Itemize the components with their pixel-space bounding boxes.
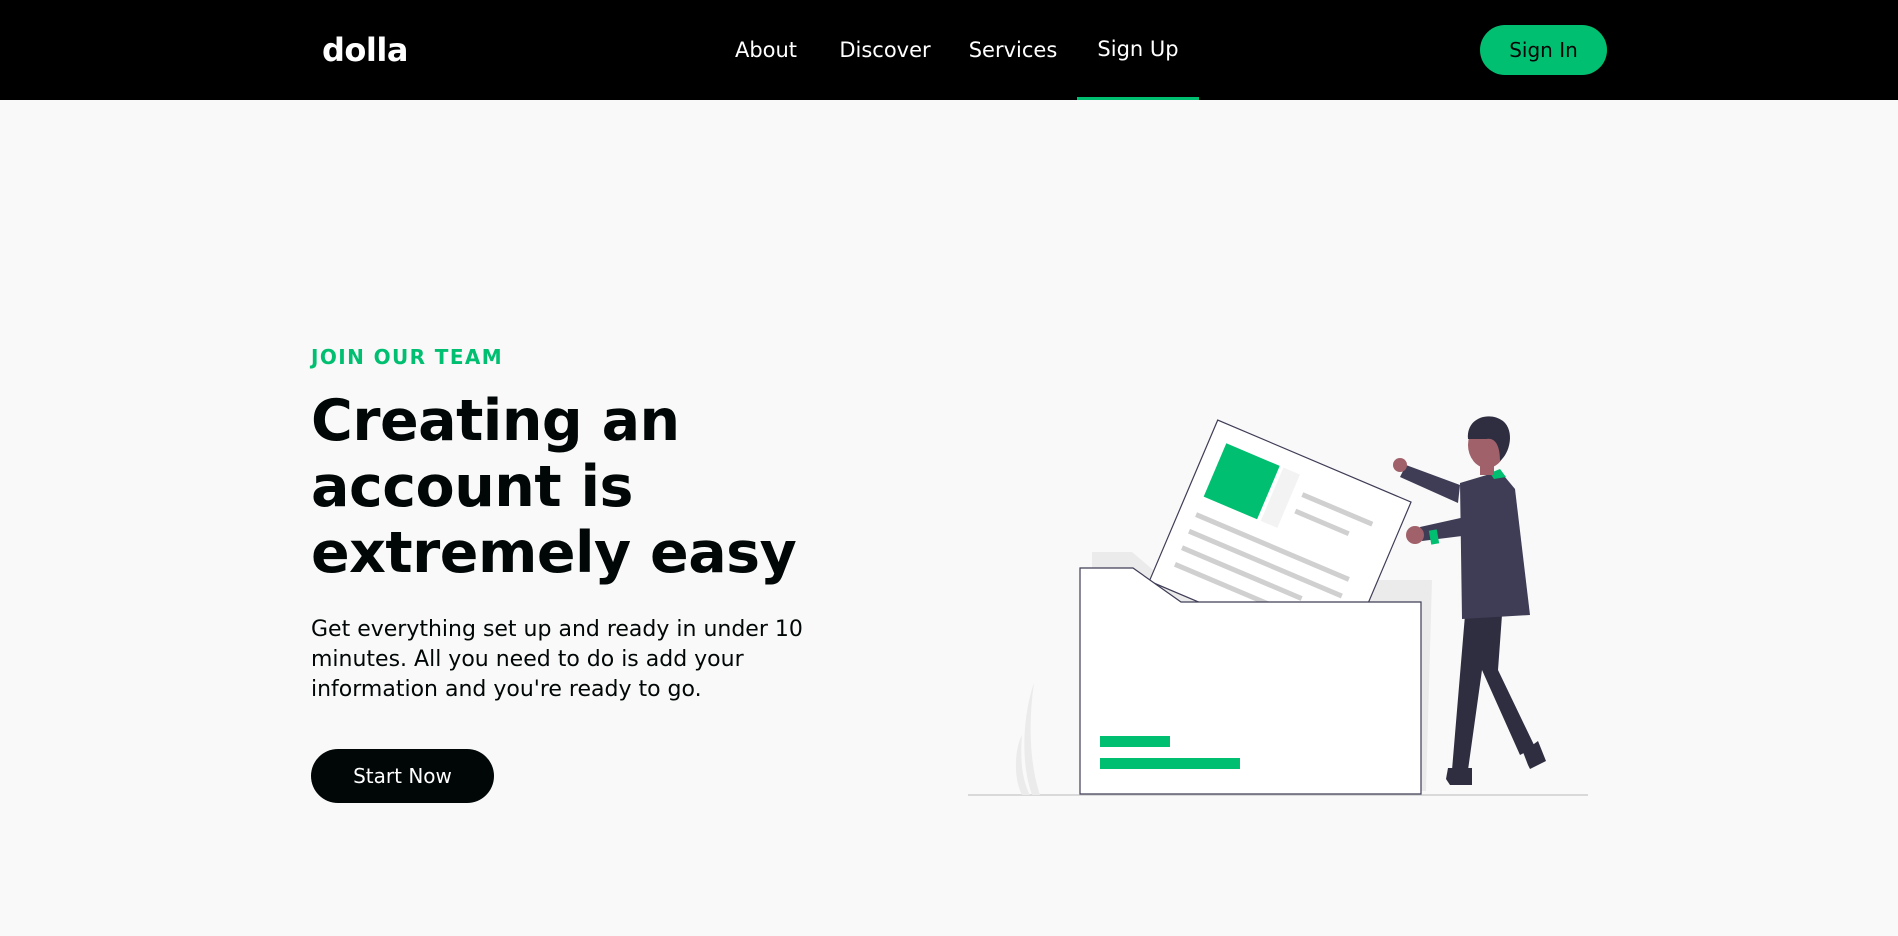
sign-in-button[interactable]: Sign In [1480, 25, 1607, 75]
nav-link-discover[interactable]: Discover [830, 0, 940, 100]
hero-subtitle: Get everything set up and ready in under… [311, 617, 803, 702]
folder-label-short [1100, 736, 1170, 747]
folder-label-long [1100, 758, 1240, 769]
nav-menu: About Discover Services Sign Up [0, 0, 1898, 100]
hero-headline: Creating an account is extremely easy [311, 388, 797, 586]
person-filing-document-illustration [960, 405, 1600, 805]
leaf-shape [1024, 683, 1040, 795]
hero-topline: JOIN OUR TEAM [311, 345, 504, 369]
nav-link-sign-up[interactable]: Sign Up [1077, 0, 1199, 100]
start-now-button[interactable]: Start Now [311, 749, 494, 803]
navbar: dolla About Discover Services Sign Up Si… [0, 0, 1898, 100]
nav-link-about[interactable]: About [722, 0, 810, 100]
nav-link-services[interactable]: Services [960, 0, 1066, 100]
